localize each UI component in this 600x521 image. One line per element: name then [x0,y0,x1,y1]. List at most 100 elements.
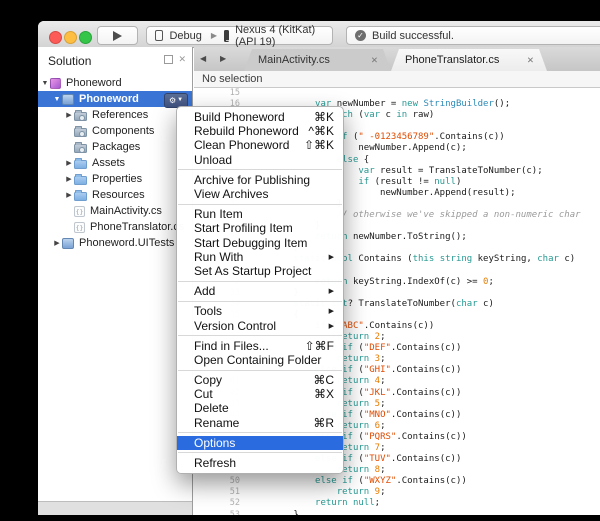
code-line: 52 return null; [194,498,600,509]
disclosure-down-icon[interactable]: ▼ [40,80,50,87]
submenu-arrow-icon: ▶ [329,253,334,261]
play-icon [113,31,122,41]
menu-item-options[interactable]: Options [177,436,343,450]
menu-item-delete[interactable]: Delete [177,401,343,415]
tree-row-label: Resources [92,189,145,201]
menu-item-label: Rebuild Phoneword [194,124,299,138]
solution-pad-footer [38,501,192,515]
tree-row-phoneword-uitests[interactable]: ▶Phoneword.UITests [38,235,192,251]
menu-separator [178,301,342,302]
menu-item-set-as-startup-project[interactable]: Set As Startup Project [177,264,343,278]
menu-item-refresh[interactable]: Refresh [177,456,343,470]
menu-item-label: Start Profiling Item [194,221,293,235]
close-pad-icon[interactable]: ✕ [178,55,186,64]
menu-separator [178,335,342,336]
project-icon [62,238,74,249]
menu-item-label: View Archives [194,187,268,201]
close-window-button[interactable] [49,31,62,44]
tree-row-packages[interactable]: Packages [38,139,192,155]
menu-item-label: Delete [194,401,229,415]
build-status-text: Build successful. [372,30,454,42]
project-icon [62,94,74,105]
tree-row-label: Assets [92,157,125,169]
tree-row-mainactivity-cs[interactable]: {}MainActivity.cs [38,203,192,219]
menu-item-shortcut: ⇧⌘K [304,138,334,152]
screenshot-root: { "toolbar": { "run_tooltip": "Run", "co… [0,0,600,521]
menu-item-run-with[interactable]: Run With ▶ [177,250,343,264]
check-circle-icon: ✓ [355,30,366,41]
menu-item-label: Run With [194,250,243,264]
tab-close-icon[interactable]: ✕ [527,49,534,71]
menu-item-version-control[interactable]: Version Control▶ [177,318,343,332]
menu-separator [178,432,342,433]
menu-item-start-debugging-item[interactable]: Start Debugging Item [177,236,343,250]
tree-row-label: Phoneword [79,93,139,105]
solution-pad-title: Solution [48,54,91,68]
tree-row-phonetranslator-cs[interactable]: {}PhoneTranslator.cs [38,219,192,235]
menu-item-run-item[interactable]: Run Item [177,207,343,221]
menu-item-build-phoneword[interactable]: Build Phoneword⌘K [177,110,343,124]
menu-item-label: Tools [194,304,222,318]
menu-separator [178,452,342,453]
tree-row-properties[interactable]: ▶ Properties [38,171,192,187]
disclosure-down-icon[interactable]: ▼ [52,96,62,103]
menu-separator [178,281,342,282]
code-line: 51 return 9; [194,487,600,498]
menu-item-view-archives[interactable]: View Archives [177,187,343,201]
tree-row-resources[interactable]: ▶ Resources [38,187,192,203]
menu-item-label: Cut [194,387,213,401]
build-status-bar: ✓ Build successful. [346,26,600,45]
folder-gear-icon [74,112,87,121]
code-line: 50 else if ("WXYZ".Contains(c)) [194,476,600,487]
menu-item-rebuild-phoneword[interactable]: Rebuild Phoneword ^⌘K [177,124,343,138]
menu-item-rename[interactable]: Rename ⌘R [177,416,343,430]
disclosure-right-icon[interactable]: ▶ [64,191,74,199]
menu-item-shortcut: ⌘C [313,373,334,387]
menu-item-shortcut: ⌘R [313,416,334,430]
disclosure-right-icon[interactable]: ▶ [64,111,74,119]
menu-item-open-containing-folder[interactable]: Open Containing Folder [177,353,343,367]
submenu-arrow-icon: ▶ [329,322,334,330]
menu-item-cut[interactable]: Cut⌘X [177,387,343,401]
zoom-window-button[interactable] [79,31,92,44]
menu-item-start-profiling-item[interactable]: Start Profiling Item [177,221,343,235]
tab-close-icon[interactable]: ✕ [371,49,378,71]
nav-back-icon[interactable]: ◀ [200,54,206,63]
tree-row-phoneword[interactable]: ▼Phoneword⚙▼ [38,91,192,107]
menu-item-archive-for-publishing[interactable]: Archive for Publishing [177,173,343,187]
tree-row-phoneword[interactable]: ▼ Phoneword [38,75,192,91]
menu-item-unload[interactable]: Unload [177,153,343,167]
disclosure-right-icon[interactable]: ▶ [52,239,62,247]
menu-item-clean-phoneword[interactable]: Clean Phoneword ⇧⌘K [177,138,343,152]
dock-pad-icon[interactable] [164,55,173,64]
tree-row-label: Phoneword [66,77,122,89]
solution-icon [50,78,61,89]
breadcrumb: No selection [194,71,600,88]
folder-icon [74,192,87,201]
menu-item-find-in-files[interactable]: Find in Files...⇧⌘F [177,339,343,353]
disclosure-right-icon[interactable]: ▶ [64,175,74,183]
run-button[interactable] [97,26,138,45]
tab-mainactivity-cs[interactable]: MainActivity.cs ✕ [244,49,391,71]
folder-icon [74,160,87,169]
menu-item-tools[interactable]: Tools▶ [177,304,343,318]
tab-label: MainActivity.cs [258,54,330,66]
line-number: 52 [194,498,240,509]
tab-phonetranslator-cs[interactable]: PhoneTranslator.cs✕ [391,49,547,71]
menu-item-label: Build Phoneword [194,110,285,124]
menu-item-label: Rename [194,416,239,430]
menu-item-shortcut: ^⌘K [308,124,334,138]
menu-item-add[interactable]: Add▶ [177,284,343,298]
tree-row-references[interactable]: ▶References [38,107,192,123]
menu-separator [178,204,342,205]
menu-item-label: Clean Phoneword [194,138,289,152]
disclosure-right-icon[interactable]: ▶ [64,159,74,167]
tree-row-components[interactable]: Components [38,123,192,139]
code-line-text [240,88,250,99]
tree-row-label: Properties [92,173,142,185]
nav-forward-icon[interactable]: ▶ [220,54,226,63]
minimize-window-button[interactable] [64,31,77,44]
tree-row-assets[interactable]: ▶ Assets [38,155,192,171]
menu-item-copy[interactable]: Copy⌘C [177,373,343,387]
configuration-device-selector[interactable]: Debug ▶ Nexus 4 (KitKat) (API 19) [146,26,333,45]
